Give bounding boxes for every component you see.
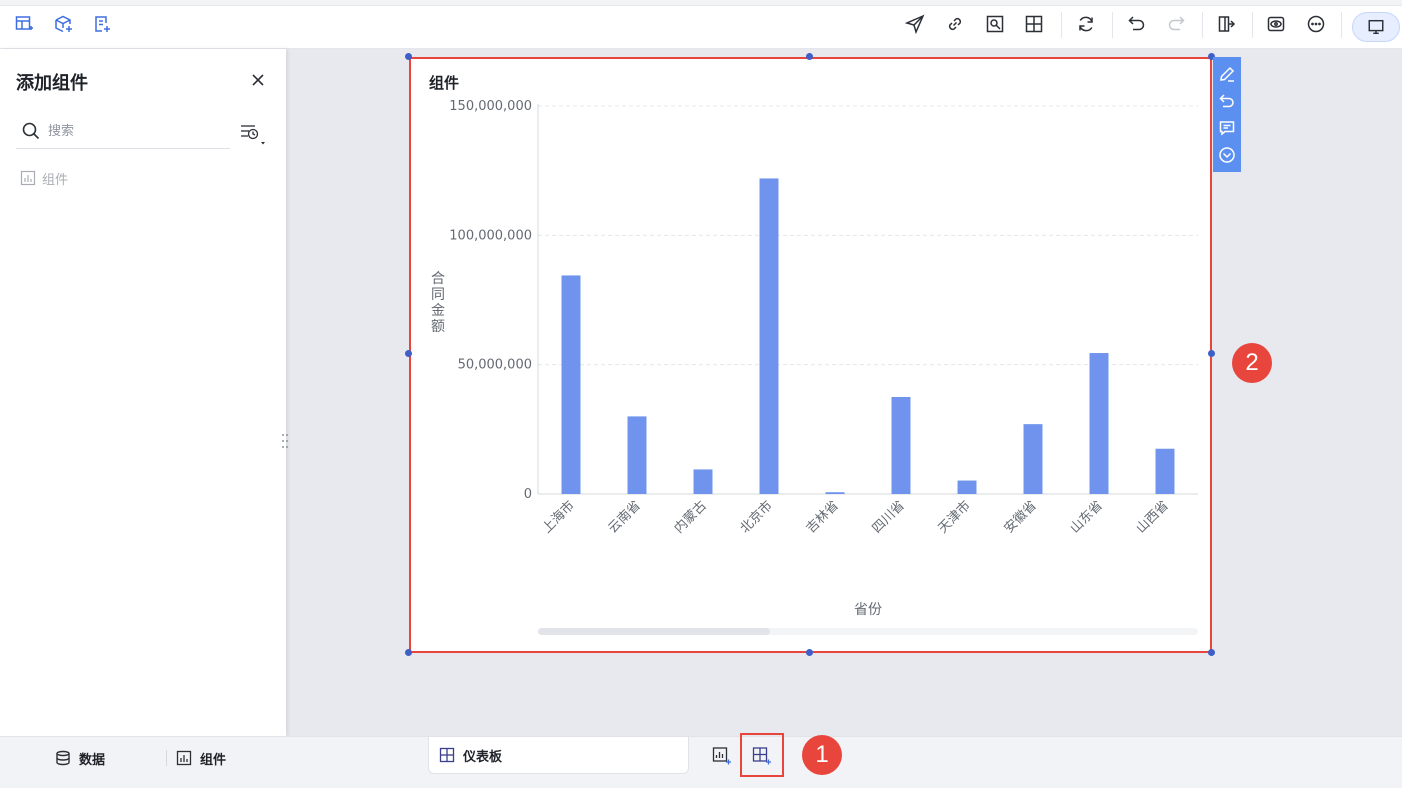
send-icon[interactable] xyxy=(903,12,927,36)
x-tick-label: 吉林省 xyxy=(804,498,842,536)
bottom-bar: 数据 组件 仪表板 1 xyxy=(0,733,1402,788)
y-tick-label: 50,000,000 xyxy=(458,358,532,373)
tab-widgets-label: 组件 xyxy=(200,752,227,768)
bar xyxy=(1023,424,1043,494)
x-axis-label: 省份 xyxy=(854,602,882,618)
tab-widgets[interactable]: 组件 xyxy=(176,747,226,769)
y-tick-label: 150,000,000 xyxy=(449,99,532,114)
toolbar-divider xyxy=(1112,12,1113,38)
add-component-panel: 添加组件 组件 xyxy=(0,49,289,736)
filter-sort-icon[interactable] xyxy=(239,121,269,147)
close-icon[interactable] xyxy=(248,70,268,90)
x-tick-label: 内蒙古 xyxy=(671,498,710,537)
x-tick-label: 安徽省 xyxy=(1002,498,1040,536)
top-strip xyxy=(0,0,1402,6)
resize-handle-right[interactable] xyxy=(1208,350,1215,357)
toolbar-divider xyxy=(1202,12,1203,38)
bar-chart-icon xyxy=(176,750,192,766)
search-box xyxy=(16,116,230,149)
chart-horizontal-scrollbar[interactable] xyxy=(538,628,1198,635)
step-callout-2: 2 xyxy=(1232,343,1272,383)
link-icon[interactable] xyxy=(943,12,967,36)
search-input[interactable] xyxy=(48,120,224,142)
bottom-divider xyxy=(166,750,167,766)
more-icon[interactable] xyxy=(1304,12,1328,36)
resize-handle-top[interactable] xyxy=(806,53,813,60)
add-dashboard-page-icon[interactable] xyxy=(752,746,774,768)
resize-handle-left[interactable] xyxy=(405,350,412,357)
monitor-icon xyxy=(1368,19,1384,35)
x-tick-label: 北京市 xyxy=(737,498,776,537)
bar xyxy=(561,275,581,494)
bar xyxy=(957,480,977,494)
view-icon[interactable] xyxy=(1264,12,1288,36)
dashboard-icon xyxy=(439,747,455,763)
bar xyxy=(1155,448,1175,494)
widget-undo-icon[interactable] xyxy=(1216,90,1238,112)
y-axis-label: 合同金额 xyxy=(431,271,445,335)
tab-data[interactable]: 数据 xyxy=(55,747,105,769)
add-chart-page-icon[interactable] xyxy=(712,746,734,768)
add-text-icon[interactable] xyxy=(90,12,114,36)
bar xyxy=(891,397,911,494)
tab-data-label: 数据 xyxy=(79,752,106,768)
screen-mode-button[interactable] xyxy=(1352,12,1400,42)
x-tick-label: 山东省 xyxy=(1068,498,1106,536)
bar xyxy=(759,178,779,494)
grid-add-icon[interactable] xyxy=(1022,12,1046,36)
database-icon xyxy=(56,750,70,766)
edit-icon[interactable] xyxy=(1216,63,1238,85)
refresh-icon[interactable] xyxy=(1074,12,1098,36)
comment-icon[interactable] xyxy=(1216,117,1238,139)
redo-icon[interactable] xyxy=(1164,12,1188,36)
resize-handle-bottom-left[interactable] xyxy=(405,649,412,656)
bar xyxy=(825,492,845,494)
undo-icon[interactable] xyxy=(1125,12,1149,36)
page-tab-dashboard[interactable]: 仪表板 xyxy=(428,737,689,774)
expand-more-icon[interactable] xyxy=(1216,144,1238,166)
widget-toolbar xyxy=(1213,57,1241,172)
scrollbar-thumb[interactable] xyxy=(538,628,770,635)
chart-widget[interactable]: 组件 0 50,000,000 100,000,000 150,000,000 上海市云… xyxy=(409,57,1212,653)
page-tab-label: 仪表板 xyxy=(463,749,503,765)
bar xyxy=(1089,353,1109,494)
exit-icon[interactable] xyxy=(1215,12,1239,36)
add-layout-icon[interactable] xyxy=(12,12,36,36)
x-tick-label: 上海市 xyxy=(539,498,578,537)
resize-handle-bottom-right[interactable] xyxy=(1208,649,1215,656)
resize-handle-top-left[interactable] xyxy=(405,53,412,60)
toolbar-divider xyxy=(1341,12,1342,38)
panel-title: 添加组件 xyxy=(16,73,88,94)
bar xyxy=(627,416,647,494)
x-tick-label: 四川省 xyxy=(870,498,908,536)
top-toolbar xyxy=(0,0,1402,49)
bar-chart-icon xyxy=(20,170,36,186)
tree-item-label: 组件 xyxy=(42,172,69,188)
add-component-icon[interactable] xyxy=(51,12,75,36)
x-tick-label: 云南省 xyxy=(605,498,644,537)
x-tick-label: 山西省 xyxy=(1134,498,1172,536)
resize-handle-bottom[interactable] xyxy=(806,649,813,656)
toolbar-divider xyxy=(1061,12,1062,38)
panel-resize-handle[interactable] xyxy=(281,432,289,450)
toolbar-divider xyxy=(1252,12,1253,38)
step-callout-1: 1 xyxy=(802,735,842,775)
search-icon xyxy=(22,122,40,140)
x-tick-label: 天津市 xyxy=(935,498,974,537)
bar xyxy=(693,469,713,494)
tree-item-component[interactable]: 组件 xyxy=(20,168,68,188)
bar-chart: 0 50,000,000 100,000,000 150,000,000 上海市 云南省内… xyxy=(431,99,1198,618)
y-tick-label: 0 xyxy=(524,487,532,502)
y-tick-label: 100,000,000 xyxy=(449,228,532,243)
preview-search-icon[interactable] xyxy=(983,12,1007,36)
